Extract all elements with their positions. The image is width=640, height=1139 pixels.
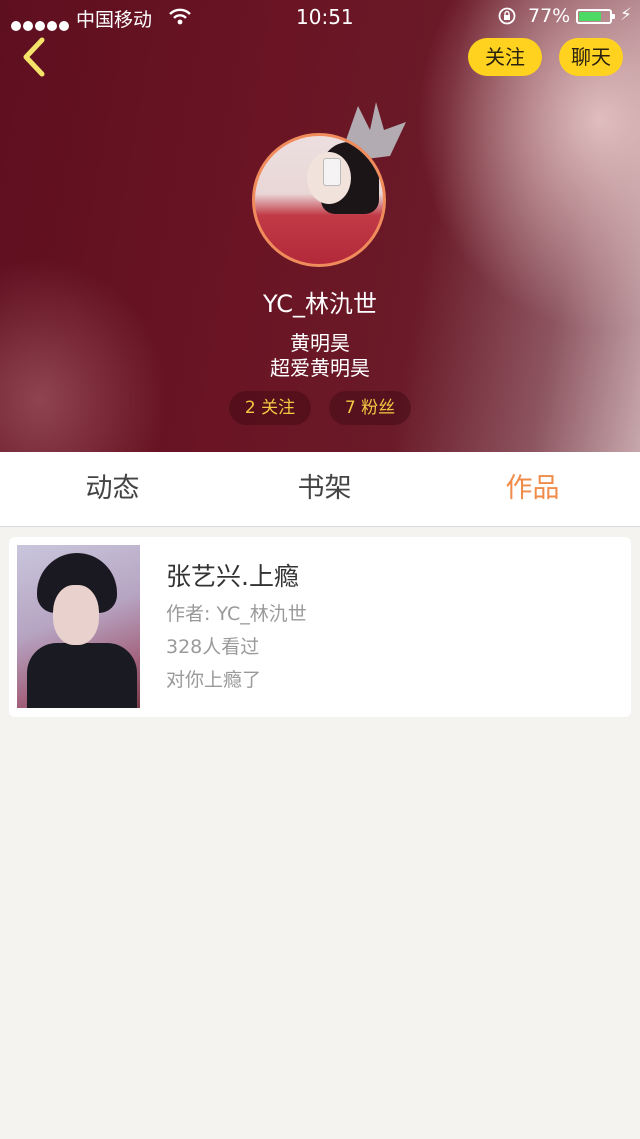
back-button[interactable] bbox=[14, 34, 58, 80]
tab-moments[interactable]: 动态 bbox=[6, 452, 219, 526]
work-title: 张艺兴.上瘾 bbox=[166, 562, 299, 591]
work-author: 作者: YC_林氿世 bbox=[166, 603, 307, 625]
rotation-lock-icon bbox=[498, 7, 516, 25]
carrier-name: 中国移动 bbox=[76, 9, 153, 31]
follow-button[interactable]: 关注 bbox=[468, 38, 542, 76]
work-views: 328人看过 bbox=[166, 636, 260, 658]
work-cover-image bbox=[17, 545, 140, 708]
profile-header: 中国移动 10:51 77% ⚡ 关注 聊天 YC_林氿世 黄明昊 超爱黄明昊 … bbox=[0, 0, 640, 452]
status-bar: 中国移动 10:51 77% ⚡ bbox=[0, 0, 640, 36]
tab-works[interactable]: 作品 bbox=[426, 452, 639, 526]
signal-strength-icon bbox=[11, 14, 71, 36]
battery-icon bbox=[576, 9, 615, 24]
avatar[interactable] bbox=[252, 133, 386, 267]
fans-count[interactable]: 7 粉丝 bbox=[329, 391, 411, 425]
work-card[interactable]: 张艺兴.上瘾 作者: YC_林氿世 328人看过 对你上瘾了 bbox=[9, 537, 631, 717]
work-description: 对你上瘾了 bbox=[166, 669, 262, 691]
tab-bookshelf[interactable]: 书架 bbox=[218, 452, 431, 526]
clock: 10:51 bbox=[296, 5, 354, 29]
bio-line-2: 超爱黄明昊 bbox=[270, 356, 370, 380]
following-count[interactable]: 2 关注 bbox=[229, 391, 311, 425]
wifi-icon bbox=[169, 8, 191, 25]
battery-percentage: 77% bbox=[528, 5, 571, 27]
username: YC_林氿世 bbox=[262, 290, 378, 318]
charging-icon: ⚡ bbox=[620, 5, 632, 25]
chat-button[interactable]: 聊天 bbox=[559, 38, 623, 76]
profile-tabs: 动态 书架 作品 bbox=[0, 452, 640, 527]
